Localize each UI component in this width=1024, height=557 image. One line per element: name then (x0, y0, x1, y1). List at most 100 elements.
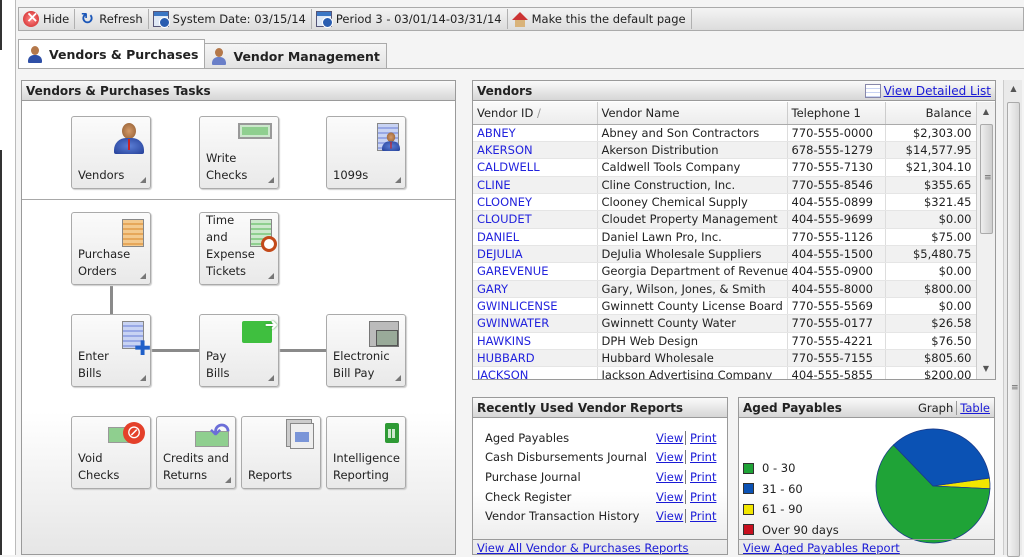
vendor-row[interactable]: GWINLICENSE Gwinnett County License Board… (473, 297, 976, 316)
print-report-link[interactable]: Print (690, 490, 716, 504)
vendor-id-cell[interactable]: AKERSON (473, 141, 598, 160)
scroll-thumb[interactable]: ≡ (1007, 102, 1020, 557)
table-toggle-link[interactable]: Table (957, 401, 990, 415)
page-scrollbar[interactable]: ▲ ≡ (1003, 80, 1023, 557)
vendor-row[interactable]: GARY Gary, Wilson, Jones, & Smith 404-555-… (473, 280, 976, 298)
view-all-reports-link[interactable]: View All Vendor & Purchases Reports (477, 541, 689, 554)
legend-label: 31 - 60 (762, 481, 803, 496)
vendor-id-cell[interactable]: GAREVENUE (473, 262, 598, 281)
column-header-vendor-name[interactable]: Vendor Name (597, 102, 788, 125)
hide-icon (23, 8, 39, 27)
period-button[interactable]: Period 3 - 03/01/14-03/31/14 (312, 9, 508, 29)
balance-cell: $2,303.00 (885, 124, 976, 142)
telephone-cell: 404-555-0900 (787, 262, 886, 281)
vendor-row[interactable]: DANIEL Daniel Lawn Pro, Inc. 770-555-1126 $… (473, 228, 976, 246)
legend-item: Over 90 days (743, 520, 839, 541)
telephone-cell: 404-555-0899 (787, 193, 886, 212)
vendor-id-cell[interactable]: ABNEY (473, 124, 598, 142)
vendor-id-cell[interactable]: GWINWATER (473, 314, 598, 333)
scroll-down-icon[interactable]: ▼ (977, 361, 995, 377)
vendor-id-cell[interactable]: GARY (473, 280, 598, 298)
view-report-link[interactable]: View (656, 431, 683, 445)
vendor-row[interactable]: HUBBARD Hubbard Wholesale 770-555-7155 $805… (473, 349, 976, 368)
vendors-tile[interactable]: Vendors (71, 116, 151, 189)
view-detailed-list-link[interactable]: View Detailed List (884, 84, 991, 98)
system-date-label: System Date: 03/15/14 (172, 12, 306, 26)
vendor-row[interactable]: JACKSON Jackson Advertising Company 404-55… (473, 366, 976, 379)
vendor-id-cell[interactable]: DEJULIA (473, 245, 598, 264)
vendor-id-cell[interactable]: GWINLICENSE (473, 297, 598, 316)
aged-footer: View Aged Payables Report (739, 539, 994, 554)
electronic-bill-pay-tile[interactable]: Electronic Bill Pay (326, 314, 406, 387)
vendor-id-cell[interactable]: CALDWELL (473, 158, 598, 177)
vendor-id-cell[interactable]: HAWKINS (473, 332, 598, 350)
calendar-icon (315, 11, 333, 28)
aged-payables-pie-chart (875, 428, 991, 544)
vendor-name-cell: Gwinnett County Water (597, 314, 788, 333)
view-report-link[interactable]: View (656, 509, 683, 523)
vendors-scrollbar[interactable]: ▲ ≡ ▼ (976, 102, 995, 379)
vendor-row[interactable]: CALDWELL Caldwell Tools Company 770-555-71… (473, 158, 976, 177)
intelligence-reporting-tile[interactable]: Intelligence Reporting (326, 416, 406, 489)
credits-returns-tile[interactable]: Credits and Returns (156, 416, 236, 489)
dropdown-corner-icon (395, 375, 401, 381)
telephone-cell: 404-555-8000 (787, 280, 886, 298)
enter-bills-tile[interactable]: ✚ Enter Bills (71, 314, 151, 387)
print-report-link[interactable]: Print (690, 450, 716, 464)
scroll-up-icon[interactable]: ▲ (1004, 84, 1023, 93)
vendor-id-cell[interactable]: CLOONEY (473, 193, 598, 212)
report-name: Vendor Transaction History (485, 509, 640, 524)
hide-button[interactable]: Hide (19, 8, 76, 29)
vendor-row[interactable]: GAREVENUE Georgia Department of Revenue 40… (473, 262, 976, 281)
view-report-link[interactable]: View (656, 470, 683, 484)
vendor-row[interactable]: CLINE Cline Construction, Inc. 770-555-854… (473, 176, 976, 194)
graph-toggle[interactable]: Graph (918, 400, 958, 415)
tile-label: Intelligence Reporting (333, 451, 400, 482)
vendor-row[interactable]: DEJULIA DeJulia Wholesale Suppliers 404-55… (473, 245, 976, 264)
write-checks-tile[interactable]: Write Checks (199, 116, 279, 189)
vendor-id-cell[interactable]: DANIEL (473, 228, 598, 246)
vendor-name-cell: Jackson Advertising Company (597, 366, 788, 379)
vendor-id-cell[interactable]: CLINE (473, 176, 598, 194)
view-report-link[interactable]: View (656, 490, 683, 504)
vendor-row[interactable]: GWINWATER Gwinnett County Water 770-555-01… (473, 314, 976, 333)
purchase-orders-tile[interactable]: Purchase Orders (71, 212, 151, 285)
print-report-link[interactable]: Print (690, 431, 716, 445)
time-expense-tile[interactable]: Time and Expense Tickets (199, 212, 279, 285)
view-report-link[interactable]: View (656, 450, 683, 464)
column-header-vendor-id[interactable]: Vendor ID / (473, 102, 598, 125)
column-header-balance[interactable]: Balance (885, 102, 976, 125)
print-report-link[interactable]: Print (690, 509, 716, 523)
view-detailed-list[interactable]: View Detailed List (864, 83, 991, 98)
vendor-row[interactable]: ABNEY Abney and Son Contractors 770-555-00… (473, 124, 976, 142)
reports-tile[interactable]: Reports (241, 416, 321, 489)
vendor-id-cell[interactable]: JACKSON (473, 366, 598, 379)
legend-swatch (743, 462, 754, 474)
vendor-row[interactable]: AKERSON Akerson Distribution 678-555-1279 $… (473, 141, 976, 160)
print-report-link[interactable]: Print (690, 470, 716, 484)
tab-vendors-purchases[interactable]: Vendors & Purchases (18, 39, 206, 69)
aged-legend: 0 - 30 31 - 60 61 - 90 Over 90 days (743, 458, 839, 540)
vendor-id-cell[interactable]: CLOUDET (473, 210, 598, 229)
vendor-row[interactable]: CLOONEY Clooney Chemical Supply 404-555-08… (473, 193, 976, 212)
vendor-row[interactable]: CLOUDET Cloudet Property Management 404-55… (473, 210, 976, 229)
default-page-button[interactable]: Make this the default page (508, 9, 692, 29)
vendor-row[interactable]: HAWKINS DPH Web Design 770-555-4221 $76.50 (473, 332, 976, 350)
scroll-thumb[interactable]: ≡ (980, 124, 993, 234)
pay-bills-tile[interactable]: Pay Bills (199, 314, 279, 387)
scroll-up-icon[interactable]: ▲ (977, 104, 995, 120)
tab-vendor-management[interactable]: Vendor Management (204, 43, 387, 69)
telephone-cell: 770-555-0177 (787, 314, 886, 333)
refresh-button[interactable]: ↻ Refresh (75, 9, 149, 29)
vendors-title: Vendors (477, 83, 533, 98)
vendors-grid: Vendor ID / Vendor Name Telephone 1 Bala… (473, 102, 976, 379)
void-checks-tile[interactable]: Void Checks (71, 416, 151, 489)
vendor-name-cell: Daniel Lawn Pro, Inc. (597, 228, 788, 246)
vendor-id-cell[interactable]: HUBBARD (473, 349, 598, 368)
column-header-telephone[interactable]: Telephone 1 (787, 102, 886, 125)
1099s-tile[interactable]: 1099s (326, 116, 406, 189)
view-aged-payables-link[interactable]: View Aged Payables Report (743, 541, 900, 554)
system-date-button[interactable]: System Date: 03/15/14 (149, 9, 312, 29)
left-edge (0, 0, 16, 555)
tile-label: Purchase Orders (78, 247, 131, 278)
